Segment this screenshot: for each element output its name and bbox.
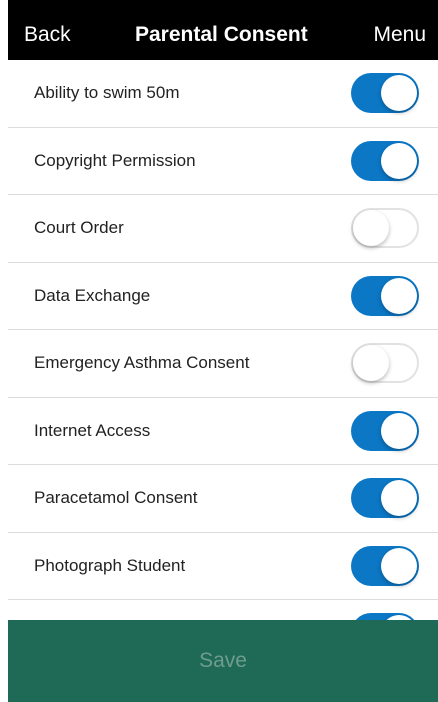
consent-label: Photograph Student xyxy=(34,555,186,575)
toggle-knob xyxy=(381,277,417,314)
consent-toggle[interactable] xyxy=(351,613,419,620)
consent-list-scroll[interactable]: Ability to swim 50m Copyright Permission C… xyxy=(8,60,438,620)
consent-row: Photograph Student xyxy=(8,533,438,600)
consent-toggle[interactable] xyxy=(351,343,419,384)
consent-row: Court Order xyxy=(8,195,438,263)
save-bar: Save xyxy=(8,620,438,702)
consent-toggle[interactable] xyxy=(351,73,419,114)
toggle-knob xyxy=(353,345,389,382)
back-button[interactable]: Back xyxy=(24,22,71,48)
menu-button[interactable]: Menu xyxy=(373,22,426,48)
consent-row xyxy=(8,600,438,620)
toggle-knob xyxy=(381,75,417,112)
consent-toggle[interactable] xyxy=(351,140,419,181)
nav-bar: Back Parental Consent Menu xyxy=(8,0,438,60)
toggle-knob xyxy=(381,142,417,179)
consent-label: Court Order xyxy=(34,218,124,238)
consent-list: Ability to swim 50m Copyright Permission C… xyxy=(8,60,438,620)
consent-label: Copyright Permission xyxy=(34,150,196,170)
toggle-knob xyxy=(381,480,417,517)
consent-row: Copyright Permission xyxy=(8,128,438,195)
toggle-knob xyxy=(381,547,417,584)
consent-row: Paracetamol Consent xyxy=(8,465,438,533)
consent-label: Internet Access xyxy=(34,420,151,440)
toggle-knob xyxy=(353,210,389,247)
consent-toggle[interactable] xyxy=(351,275,419,316)
consent-toggle[interactable] xyxy=(351,208,419,249)
save-button[interactable]: Save xyxy=(8,620,438,702)
consent-row: Ability to swim 50m xyxy=(8,60,438,128)
consent-row: Internet Access xyxy=(8,398,438,465)
consent-row: Emergency Asthma Consent xyxy=(8,330,438,398)
consent-label: Emergency Asthma Consent xyxy=(34,353,250,373)
consent-label: Ability to swim 50m xyxy=(34,83,180,103)
consent-label: Paracetamol Consent xyxy=(34,488,198,508)
consent-row: Data Exchange xyxy=(8,263,438,330)
consent-toggle[interactable] xyxy=(351,545,419,586)
page-title: Parental Consent xyxy=(135,23,308,46)
toggle-knob xyxy=(381,412,417,449)
consent-toggle[interactable] xyxy=(351,478,419,519)
consent-label: Data Exchange xyxy=(34,285,151,305)
consent-toggle[interactable] xyxy=(351,410,419,451)
